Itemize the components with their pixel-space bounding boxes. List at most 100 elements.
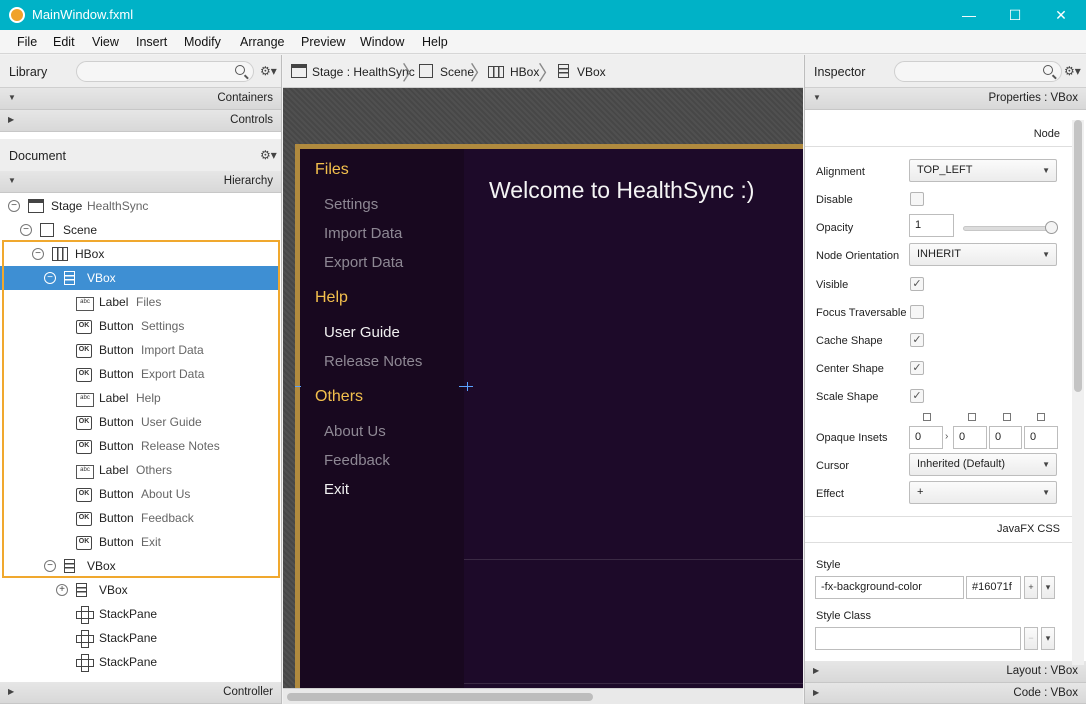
remove-style-class-button[interactable]: − <box>1024 627 1038 650</box>
tree-item[interactable]: abc Label Others <box>0 458 278 482</box>
inset-link-icon[interactable] <box>923 413 931 421</box>
tree-item[interactable]: OK Button User Guide <box>0 410 278 434</box>
inset-left-field[interactable]: 0 <box>1024 426 1058 449</box>
tree-item[interactable]: + VBox <box>0 578 278 602</box>
node-orientation-combo[interactable]: INHERIT ▼ <box>909 243 1057 266</box>
style-value-field[interactable]: #16071f <box>966 576 1021 599</box>
visible-checkbox[interactable]: ✓ <box>910 277 924 291</box>
style-class-field[interactable] <box>815 627 1021 650</box>
library-search-input[interactable] <box>76 61 254 82</box>
tree-item[interactable]: − HBox <box>0 242 278 266</box>
scrollbar-thumb[interactable] <box>1074 120 1082 392</box>
scrollbar-thumb[interactable] <box>287 693 593 701</box>
tree-item[interactable]: − VBox <box>0 266 278 290</box>
tree-item[interactable]: OK Button Feedback <box>0 506 278 530</box>
breadcrumb-stage[interactable]: Stage : HealthSync <box>312 65 415 79</box>
menu-help[interactable]: Help <box>422 35 448 49</box>
tree-item[interactable]: StackPane <box>0 650 278 674</box>
cache-shape-checkbox[interactable]: ✓ <box>910 333 924 347</box>
preview-main-content[interactable]: Welcome to HealthSync :) <box>464 149 803 692</box>
tree-item[interactable]: − VBox <box>0 554 278 578</box>
resize-handle[interactable] <box>467 382 468 391</box>
section-code[interactable]: ▶ Code : VBox <box>805 683 1086 704</box>
tree-item[interactable]: OK Button Import Data <box>0 338 278 362</box>
effect-combo[interactable]: + ▼ <box>909 481 1057 504</box>
inspector-search-input[interactable] <box>894 61 1062 82</box>
preview-nav-button[interactable]: Export Data <box>324 254 403 271</box>
preview-nav-button[interactable]: Import Data <box>324 225 402 242</box>
opacity-slider[interactable] <box>963 226 1049 231</box>
menu-arrange[interactable]: Arrange <box>240 35 284 49</box>
section-containers[interactable]: ▼ Containers <box>0 88 281 110</box>
tree-item[interactable]: − Scene <box>0 218 278 242</box>
menu-view[interactable]: View <box>92 35 119 49</box>
preview-sidebar[interactable]: Files Settings Import Data Export Data Help U… <box>300 149 464 692</box>
menu-file[interactable]: File <box>17 35 37 49</box>
slider-thumb[interactable] <box>1045 221 1058 234</box>
inset-top-field[interactable]: 0 <box>909 426 943 449</box>
menu-edit[interactable]: Edit <box>53 35 75 49</box>
inset-bottom-field[interactable]: 0 <box>989 426 1022 449</box>
inset-link-icon[interactable] <box>1037 413 1045 421</box>
style-property-field[interactable]: -fx-background-color <box>815 576 964 599</box>
opacity-field[interactable]: 1 <box>909 214 954 237</box>
alignment-combo[interactable]: TOP_LEFT ▼ <box>909 159 1057 182</box>
add-style-button[interactable]: + <box>1024 576 1038 599</box>
section-layout[interactable]: ▶ Layout : VBox <box>805 661 1086 683</box>
expand-icon[interactable]: + <box>56 584 68 596</box>
section-properties[interactable]: ▼ Properties : VBox <box>805 88 1086 110</box>
gear-icon[interactable]: ⚙▾ <box>260 148 277 162</box>
section-hierarchy[interactable]: ▼ Hierarchy <box>0 171 281 193</box>
focus-traversable-checkbox[interactable] <box>910 305 924 319</box>
gear-icon[interactable]: ⚙▾ <box>1064 64 1081 78</box>
tree-item[interactable]: StackPane <box>0 602 278 626</box>
tree-item[interactable]: OK Button Release Notes <box>0 434 278 458</box>
tree-item[interactable]: − Stage HealthSync <box>0 194 278 218</box>
style-menu-button[interactable]: ▾ <box>1041 576 1055 599</box>
section-controller[interactable]: ▶ Controller <box>0 682 281 704</box>
preview-nav-button[interactable]: About Us <box>324 423 386 440</box>
collapse-icon[interactable]: − <box>44 560 56 572</box>
preview-nav-button[interactable]: Exit <box>324 481 349 498</box>
inset-link-icon[interactable] <box>1003 413 1011 421</box>
preview-nav-button[interactable]: Settings <box>324 196 378 213</box>
style-class-menu-button[interactable]: ▾ <box>1041 627 1055 650</box>
tree-item[interactable]: OK Button Settings <box>0 314 278 338</box>
menu-insert[interactable]: Insert <box>136 35 167 49</box>
tree-item[interactable]: StackPane <box>0 626 278 650</box>
tree-item[interactable]: abc Label Help <box>0 386 278 410</box>
collapse-icon[interactable]: − <box>44 272 56 284</box>
resize-handle[interactable] <box>295 386 301 387</box>
close-button[interactable]: ✕ <box>1038 0 1084 30</box>
breadcrumb-hbox[interactable]: HBox <box>510 65 539 79</box>
tree-item[interactable]: OK Button Export Data <box>0 362 278 386</box>
resize-handle[interactable] <box>459 386 473 387</box>
design-canvas[interactable]: Files Settings Import Data Export Data Help U… <box>283 88 803 696</box>
preview-nav-button[interactable]: Release Notes <box>324 353 422 370</box>
center-shape-checkbox[interactable]: ✓ <box>910 361 924 375</box>
preview-app-frame[interactable]: Files Settings Import Data Export Data Help U… <box>295 144 803 696</box>
inspector-scrollbar[interactable] <box>1072 120 1084 665</box>
gear-icon[interactable]: ⚙▾ <box>260 64 277 78</box>
tree-item[interactable]: OK Button About Us <box>0 482 278 506</box>
maximize-button[interactable]: ☐ <box>992 0 1038 30</box>
breadcrumb-scene[interactable]: Scene <box>440 65 474 79</box>
cursor-combo[interactable]: Inherited (Default) ▼ <box>909 453 1057 476</box>
preview-nav-button[interactable]: Feedback <box>324 452 390 469</box>
minimize-button[interactable]: — <box>946 0 992 30</box>
scale-shape-checkbox[interactable]: ✓ <box>910 389 924 403</box>
section-controls[interactable]: ▶ Controls <box>0 110 281 132</box>
tree-item[interactable]: abc Label Files <box>0 290 278 314</box>
horizontal-scrollbar[interactable] <box>283 688 803 704</box>
collapse-icon[interactable]: − <box>8 200 20 212</box>
collapse-icon[interactable]: − <box>32 248 44 260</box>
inset-link-icon[interactable] <box>968 413 976 421</box>
breadcrumb-vbox[interactable]: VBox <box>577 65 606 79</box>
tree-item[interactable]: OK Button Exit <box>0 530 278 554</box>
menu-preview[interactable]: Preview <box>301 35 345 49</box>
welcome-label[interactable]: Welcome to HealthSync :) <box>489 177 754 204</box>
menu-window[interactable]: Window <box>360 35 404 49</box>
preview-nav-button[interactable]: User Guide <box>324 324 400 341</box>
menu-modify[interactable]: Modify <box>184 35 221 49</box>
disable-checkbox[interactable] <box>910 192 924 206</box>
